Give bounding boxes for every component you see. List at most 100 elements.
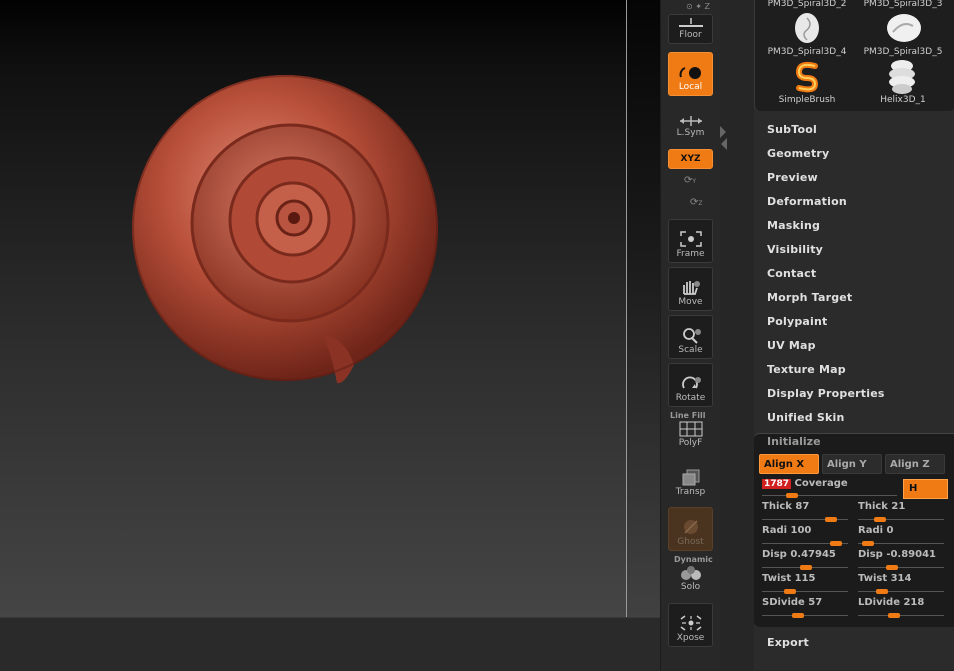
menu-geometry[interactable]: Geometry bbox=[767, 147, 829, 160]
param-slider-label[interactable]: Twist 314 bbox=[858, 573, 911, 584]
coverage-slider-label[interactable]: 1787 Coverage bbox=[762, 478, 848, 489]
param-slider-knob[interactable] bbox=[830, 541, 842, 546]
align-x-button[interactable]: Align X bbox=[759, 454, 819, 474]
ghost-label: Ghost bbox=[677, 537, 704, 547]
menu-preview[interactable]: Preview bbox=[767, 171, 818, 184]
param-slider-label[interactable]: Twist 115 bbox=[762, 573, 815, 584]
param-slider-knob[interactable] bbox=[862, 541, 874, 546]
floor-button[interactable]: Floor bbox=[668, 14, 713, 44]
frame-button[interactable]: Frame bbox=[668, 219, 713, 263]
menu-morph-target[interactable]: Morph Target bbox=[767, 291, 852, 304]
local-button[interactable]: Local bbox=[668, 52, 713, 96]
floor-icon bbox=[678, 18, 703, 27]
menu-uv-map[interactable]: UV Map bbox=[767, 339, 816, 352]
local-label: Local bbox=[678, 82, 703, 92]
menu-masking[interactable]: Masking bbox=[767, 219, 820, 232]
transparency-icon bbox=[682, 469, 699, 486]
spiral-thumbnail-icon[interactable] bbox=[885, 12, 923, 44]
scale-button[interactable]: Scale bbox=[668, 315, 713, 359]
menu-unified-skin[interactable]: Unified Skin bbox=[767, 411, 845, 424]
param-slider-label[interactable]: Thick 21 bbox=[858, 501, 905, 512]
param-slider-label[interactable]: Radi 0 bbox=[858, 525, 893, 536]
param-slider-track[interactable] bbox=[858, 615, 944, 616]
move-hand-icon bbox=[682, 281, 700, 295]
param-slider-track[interactable] bbox=[858, 567, 944, 568]
dynamic-label: Dynamic bbox=[674, 555, 713, 564]
floor-label: Floor bbox=[679, 30, 702, 40]
line-fill-label: Line Fill bbox=[670, 411, 706, 420]
spiral-thumbnail-icon[interactable] bbox=[793, 12, 821, 46]
coverage-slider-track[interactable] bbox=[762, 495, 897, 496]
menu-polypaint[interactable]: Polypaint bbox=[767, 315, 828, 328]
helix-thumbnail-icon[interactable] bbox=[885, 58, 919, 96]
align-z-button[interactable]: Align Z bbox=[885, 454, 945, 474]
param-slider-track[interactable] bbox=[858, 591, 944, 592]
menu-display-properties[interactable]: Display Properties bbox=[767, 387, 885, 400]
param-slider-knob[interactable] bbox=[874, 517, 886, 522]
coverage-value: 1787 bbox=[762, 479, 792, 489]
menu-contact[interactable]: Contact bbox=[767, 267, 816, 280]
param-slider-track[interactable] bbox=[762, 591, 848, 592]
param-slider-knob[interactable] bbox=[876, 589, 888, 594]
solo-label: Solo bbox=[680, 582, 701, 592]
h-button[interactable]: H bbox=[903, 479, 948, 499]
menu-export[interactable]: Export bbox=[767, 636, 809, 649]
menu-subtool[interactable]: SubTool bbox=[767, 123, 817, 136]
menu-visibility[interactable]: Visibility bbox=[767, 243, 823, 256]
tool-item[interactable]: PM3D_Spiral3D_5 bbox=[855, 47, 951, 57]
param-slider-label[interactable]: Disp 0.47945 bbox=[762, 549, 836, 560]
polyframe-grid-icon bbox=[679, 421, 702, 437]
param-slider-label[interactable]: Radi 100 bbox=[762, 525, 811, 536]
param-slider-knob[interactable] bbox=[888, 613, 900, 618]
param-slider-label[interactable]: SDivide 57 bbox=[762, 597, 822, 608]
solo-button[interactable]: Solo bbox=[668, 564, 713, 596]
rotate-y-icon[interactable]: ⟳Y bbox=[684, 175, 696, 186]
tool-item[interactable]: PM3D_Spiral3D_2 bbox=[759, 0, 855, 9]
rotate-z-icon[interactable]: ⟳Z bbox=[690, 197, 703, 208]
param-slider-knob[interactable] bbox=[800, 565, 812, 570]
xpose-icon bbox=[680, 615, 701, 631]
shelf-small-icons: ⊙ ✦ Z bbox=[686, 2, 710, 11]
simple-brush-icon[interactable] bbox=[793, 60, 821, 94]
param-slider-label[interactable]: LDivide 218 bbox=[858, 597, 924, 608]
param-slider-knob[interactable] bbox=[784, 589, 796, 594]
param-slider-knob[interactable] bbox=[825, 517, 837, 522]
local-icon bbox=[679, 67, 701, 79]
xyz-label: XYZ bbox=[680, 154, 701, 164]
initialize-header[interactable]: Initialize bbox=[767, 435, 821, 448]
align-y-button[interactable]: Align Y bbox=[822, 454, 882, 474]
expand-arrow-icon[interactable] bbox=[721, 138, 727, 150]
coverage-label: Coverage bbox=[794, 478, 848, 489]
transp-button[interactable]: Transp bbox=[668, 461, 713, 501]
param-slider-label[interactable]: Thick 87 bbox=[762, 501, 809, 512]
lsym-button[interactable]: L.Sym bbox=[668, 104, 713, 142]
param-slider-knob[interactable] bbox=[886, 565, 898, 570]
xpose-button[interactable]: Xpose bbox=[668, 603, 713, 647]
param-slider-track[interactable] bbox=[858, 519, 944, 520]
rotate-button[interactable]: Rotate bbox=[668, 363, 713, 407]
tool-item[interactable]: Helix3D_1 bbox=[855, 95, 951, 105]
tool-item[interactable]: PM3D_Spiral3D_4 bbox=[759, 47, 855, 57]
menu-texture-map[interactable]: Texture Map bbox=[767, 363, 846, 376]
canvas-viewport[interactable] bbox=[0, 0, 626, 617]
tool-item[interactable]: PM3D_Spiral3D_3 bbox=[855, 0, 951, 9]
solo-icon bbox=[680, 566, 701, 580]
tool-thumbnails: PM3D_Spiral3D_2 PM3D_Spiral3D_3 PM3D_Spi… bbox=[754, 0, 954, 111]
rotate-icon bbox=[681, 376, 701, 389]
panel-divider bbox=[720, 0, 754, 670]
frame-icon bbox=[679, 231, 702, 247]
transp-label: Transp bbox=[675, 487, 706, 497]
param-slider-track[interactable] bbox=[762, 615, 848, 616]
spiral-shell-model[interactable] bbox=[132, 65, 442, 395]
menu-deformation[interactable]: Deformation bbox=[767, 195, 847, 208]
xyz-button[interactable]: XYZ bbox=[668, 149, 713, 169]
lsym-label: L.Sym bbox=[676, 128, 705, 138]
collapse-arrow-icon[interactable] bbox=[720, 126, 726, 138]
ghost-button[interactable]: Ghost bbox=[668, 507, 713, 551]
move-button[interactable]: Move bbox=[668, 267, 713, 311]
param-slider-label[interactable]: Disp -0.89041 bbox=[858, 549, 936, 560]
tool-item[interactable]: SimpleBrush bbox=[759, 95, 855, 105]
polyf-button[interactable]: PolyF bbox=[668, 420, 713, 452]
param-slider-knob[interactable] bbox=[792, 613, 804, 618]
coverage-slider-knob[interactable] bbox=[786, 493, 798, 498]
